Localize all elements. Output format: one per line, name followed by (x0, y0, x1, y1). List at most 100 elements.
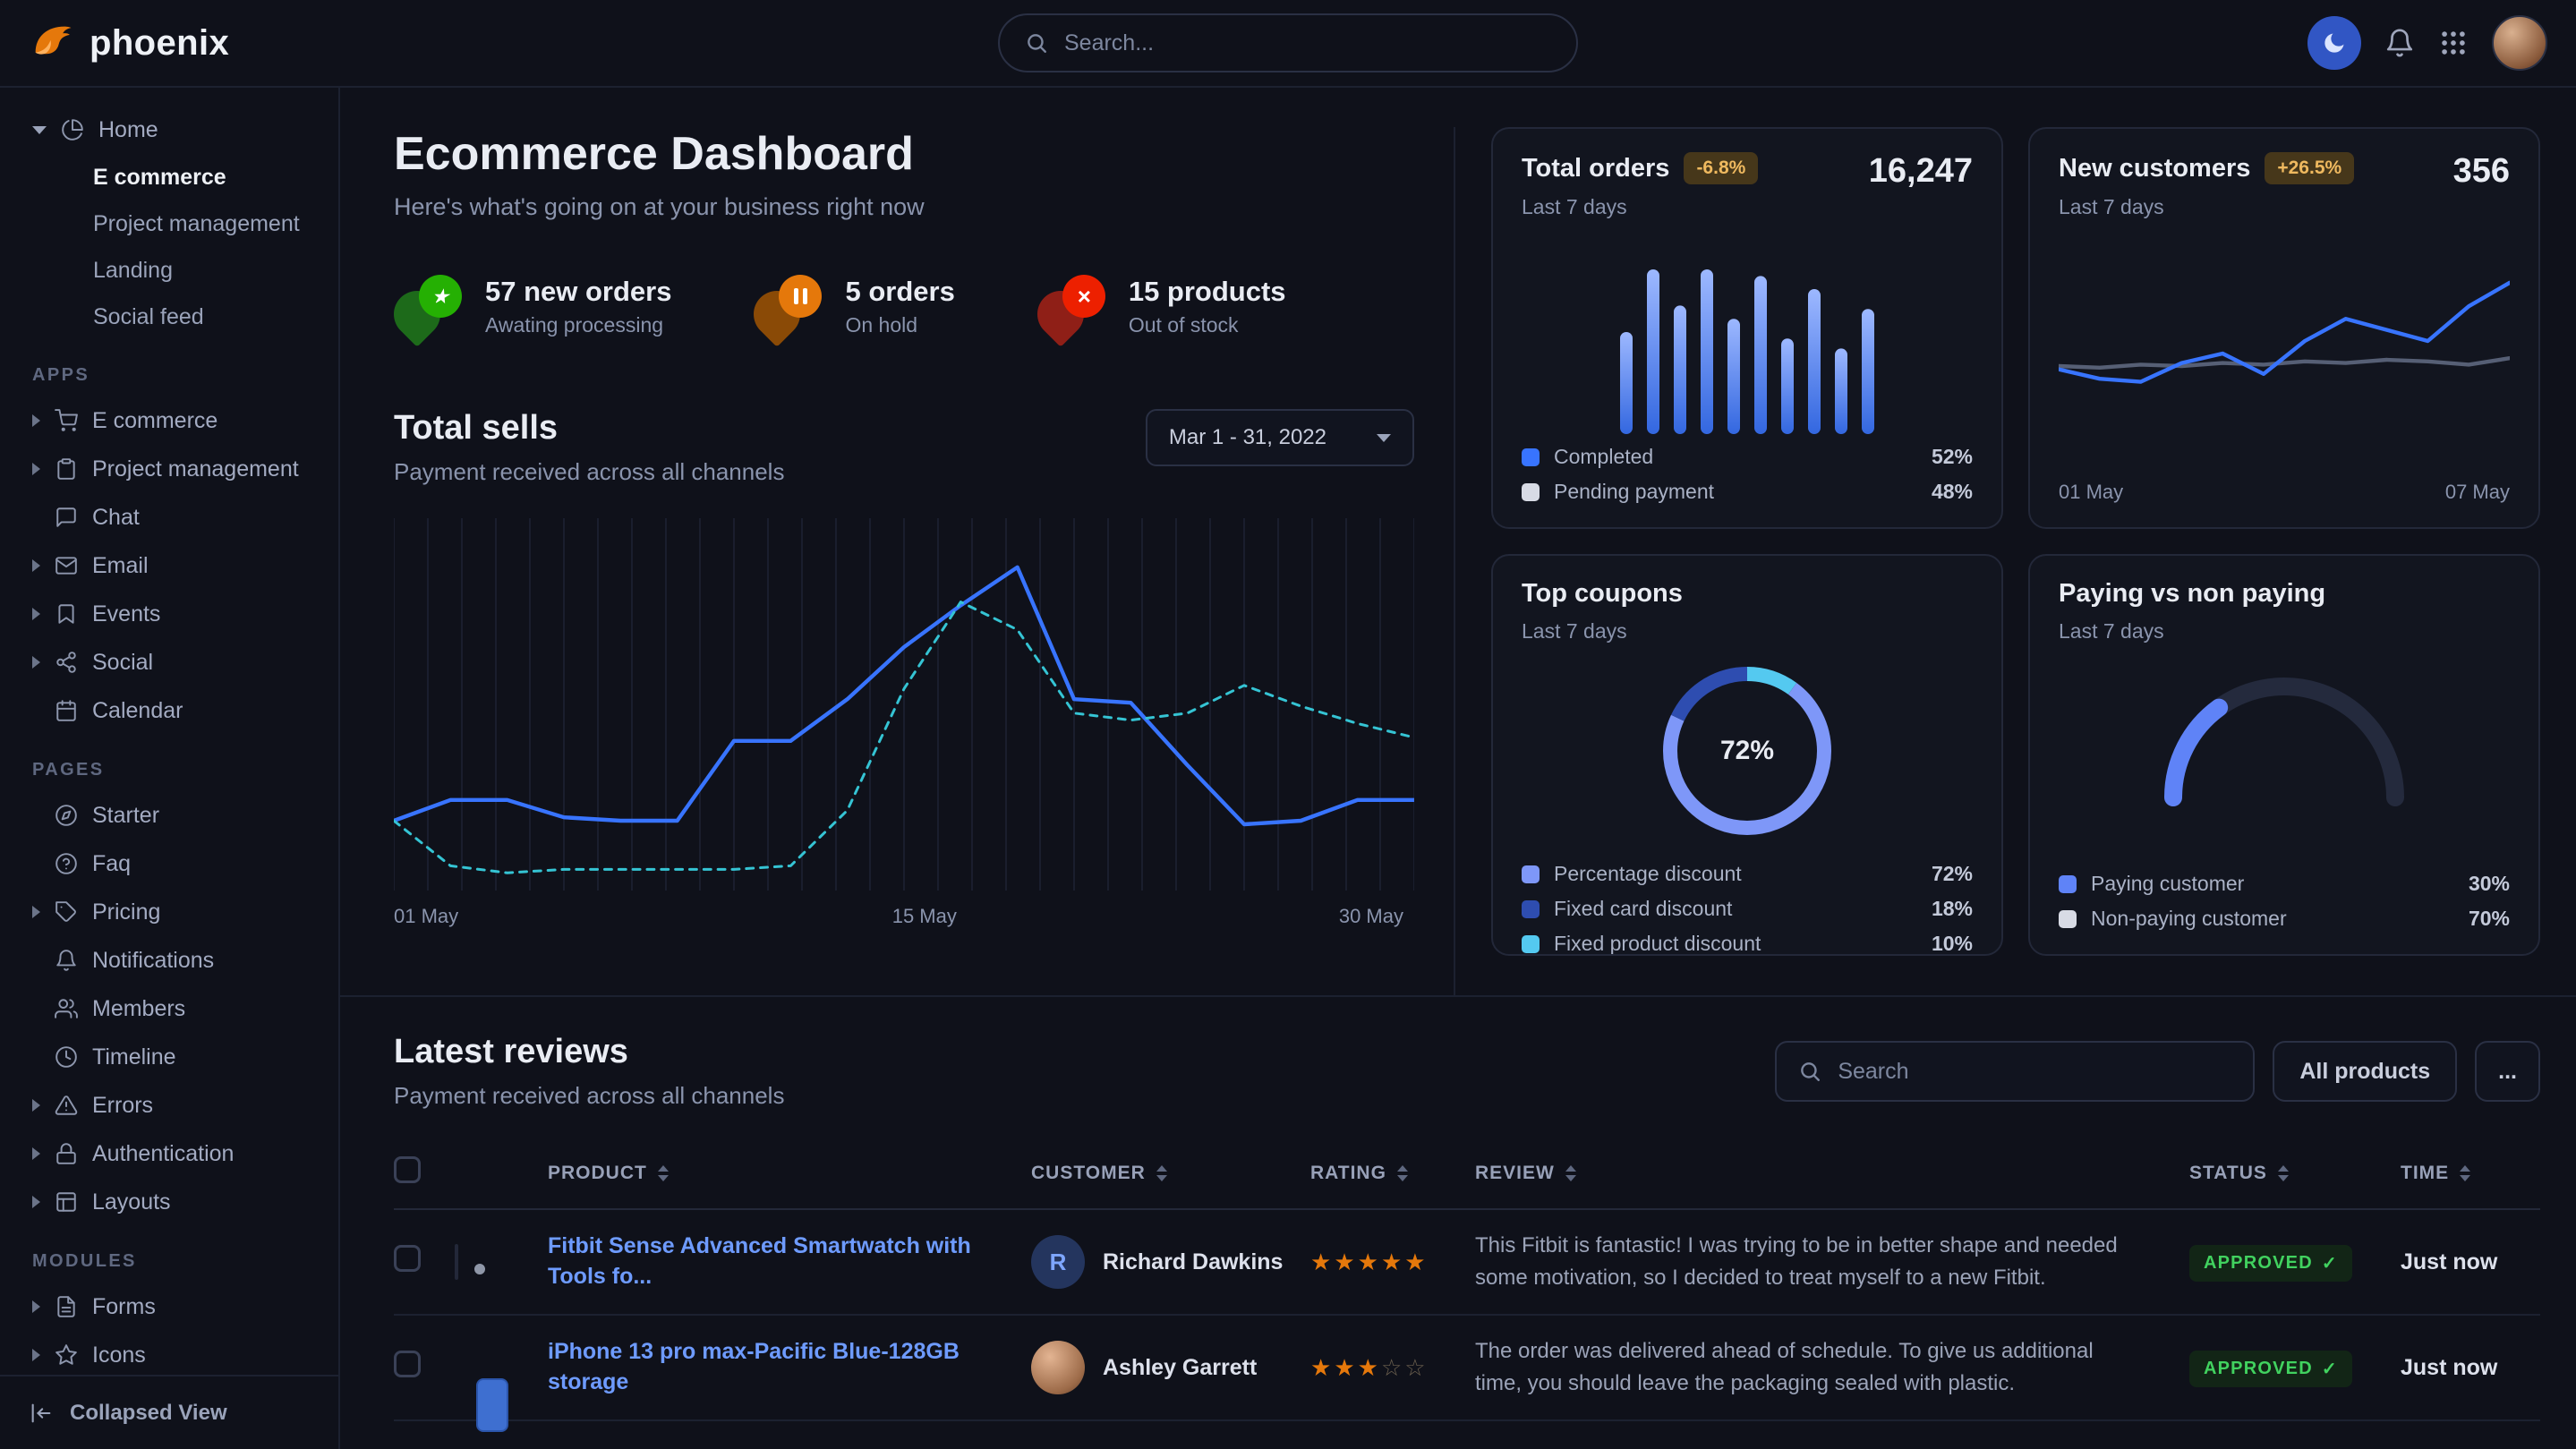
dashboard-left-column: Ecommerce Dashboard Here's what's going … (394, 127, 1455, 995)
column-header-rating[interactable]: RATING (1310, 1163, 1475, 1184)
sidebar-item-calendar[interactable]: Calendar (21, 686, 317, 735)
sidebar-item-faq[interactable]: Faq (21, 840, 317, 888)
sidebar-item-social-feed[interactable]: Social feed (21, 294, 317, 340)
apps-grid-button[interactable] (2438, 28, 2469, 58)
sidebar-item-social[interactable]: Social (21, 638, 317, 686)
search-input[interactable] (1064, 30, 1551, 56)
user-avatar[interactable] (2492, 15, 2547, 71)
users-icon (53, 997, 80, 1020)
check-icon: ✓ (2322, 1358, 2338, 1380)
card-value: 356 (2453, 152, 2510, 191)
sidebar-item-label: E commerce (92, 408, 218, 434)
pause-icon (794, 288, 807, 304)
legend-row: Completed 52% (1522, 445, 1973, 469)
table-row-partial (394, 1421, 2540, 1449)
reviews-search-input[interactable] (1838, 1059, 2231, 1085)
rating-stars: ★★★☆☆ (1310, 1354, 1475, 1382)
chevron-right-icon (32, 608, 40, 620)
legend-value: 52% (1932, 445, 1973, 469)
star-filled-icon: ★ (1310, 1249, 1334, 1275)
collapse-sidebar-button[interactable]: Collapsed View (0, 1375, 338, 1449)
sidebar-item-members[interactable]: Members (21, 984, 317, 1033)
card-title: Total orders (1522, 154, 1669, 183)
chevron-right-icon (32, 656, 40, 669)
chevron-right-icon (32, 559, 40, 572)
sidebar-item-project-management-dashboard[interactable]: Project management (21, 200, 317, 247)
trend-badge: -6.8% (1684, 152, 1758, 184)
chevron-right-icon (32, 906, 40, 918)
cart-icon (53, 409, 80, 432)
brand-logo[interactable]: phoenix (29, 20, 229, 66)
page-title: Ecommerce Dashboard (394, 127, 1414, 181)
sidebar-item-label: Forms (92, 1294, 156, 1320)
new-orders-icon: ★ (394, 275, 462, 337)
bell-icon (2384, 28, 2415, 58)
legend-label: Fixed card discount (1554, 897, 1732, 921)
legend-value: 30% (2469, 872, 2510, 896)
more-options-button[interactable]: ... (2475, 1041, 2540, 1102)
customers-line-chart (2059, 237, 2510, 470)
sidebar-item-email[interactable]: Email (21, 541, 317, 590)
sidebar-section-apps: APPS (32, 365, 306, 386)
select-all-checkbox[interactable] (394, 1156, 421, 1183)
sidebar-item-authentication[interactable]: Authentication (21, 1129, 317, 1178)
sidebar-item-layouts[interactable]: Layouts (21, 1178, 317, 1226)
customer-cell: Ashley Garrett (1031, 1341, 1310, 1394)
sidebar: Home E commerce Project management Landi… (0, 88, 340, 1449)
search-icon (1025, 31, 1048, 55)
column-header-review[interactable]: REVIEW (1475, 1163, 2189, 1184)
legend-value: 70% (2469, 907, 2510, 931)
collapse-icon (29, 1401, 54, 1426)
column-header-time[interactable]: TIME (2401, 1163, 2540, 1184)
layout-icon (53, 1190, 80, 1214)
clipboard-icon (53, 457, 80, 481)
sidebar-item-timeline[interactable]: Timeline (21, 1033, 317, 1081)
legend-label: Pending payment (1554, 480, 1714, 504)
sidebar-item-chat[interactable]: Chat (21, 493, 317, 541)
row-checkbox[interactable] (394, 1245, 421, 1272)
sort-icon (1156, 1165, 1167, 1181)
stat-value: 57 new orders (485, 276, 671, 308)
star-filled-icon: ★ (1381, 1249, 1404, 1275)
column-header-customer[interactable]: CUSTOMER (1031, 1163, 1310, 1184)
sort-icon (2278, 1165, 2289, 1181)
sidebar-item-starter[interactable]: Starter (21, 791, 317, 840)
notifications-button[interactable] (2384, 28, 2415, 58)
all-products-filter-button[interactable]: All products (2273, 1041, 2457, 1102)
bookmark-icon (53, 602, 80, 626)
sidebar-item-events[interactable]: Events (21, 590, 317, 638)
sidebar-item-ecommerce-dashboard[interactable]: E commerce (21, 154, 317, 200)
reviews-table: PRODUCT CUSTOMER RATING REVIEW STATUS TI… (394, 1138, 2540, 1449)
sidebar-item-home[interactable]: Home (21, 106, 317, 154)
sidebar-item-notifications[interactable]: Notifications (21, 936, 317, 984)
alert-triangle-icon (53, 1094, 80, 1117)
table-row: iPhone 13 pro max-Pacific Blue-128GB sto… (394, 1316, 2540, 1421)
calendar-icon (53, 699, 80, 722)
sidebar-item-landing[interactable]: Landing (21, 247, 317, 294)
date-range-select[interactable]: Mar 1 - 31, 2022 (1146, 409, 1414, 466)
row-checkbox[interactable] (394, 1351, 421, 1377)
page-subtitle: Here's what's going on at your business … (394, 193, 1414, 221)
sidebar-item-project-management-app[interactable]: Project management (21, 445, 317, 493)
column-header-status[interactable]: STATUS (2189, 1163, 2401, 1184)
chat-icon (53, 506, 80, 529)
legend-label: Percentage discount (1554, 862, 1742, 886)
product-link[interactable]: Fitbit Sense Advanced Smartwatch with To… (548, 1232, 1031, 1292)
kpi-cards: Total orders -6.8% Last 7 days 16,247 (1455, 127, 2540, 995)
column-header-product[interactable]: PRODUCT (548, 1163, 1031, 1184)
top-coupons-card: Top coupons Last 7 days 72% Percentage d (1491, 554, 2003, 956)
customer-cell: R Richard Dawkins (1031, 1235, 1310, 1289)
sidebar-item-errors[interactable]: Errors (21, 1081, 317, 1129)
card-title: New customers (2059, 154, 2250, 183)
sidebar-item-pricing[interactable]: Pricing (21, 888, 317, 936)
sidebar-item-icons[interactable]: Icons (21, 1331, 317, 1375)
sidebar-item-ecommerce-app[interactable]: E commerce (21, 396, 317, 445)
theme-toggle-button[interactable] (2307, 16, 2361, 70)
stat-orders-on-hold: 5 orders On hold (754, 275, 954, 337)
chevron-right-icon (32, 1147, 40, 1160)
stat-new-orders: ★ 57 new orders Awating processing (394, 275, 671, 337)
sidebar-item-label: Errors (92, 1093, 153, 1119)
product-link[interactable]: iPhone 13 pro max-Pacific Blue-128GB sto… (548, 1337, 1031, 1398)
sidebar-item-forms[interactable]: Forms (21, 1283, 317, 1331)
share-icon (53, 651, 80, 674)
